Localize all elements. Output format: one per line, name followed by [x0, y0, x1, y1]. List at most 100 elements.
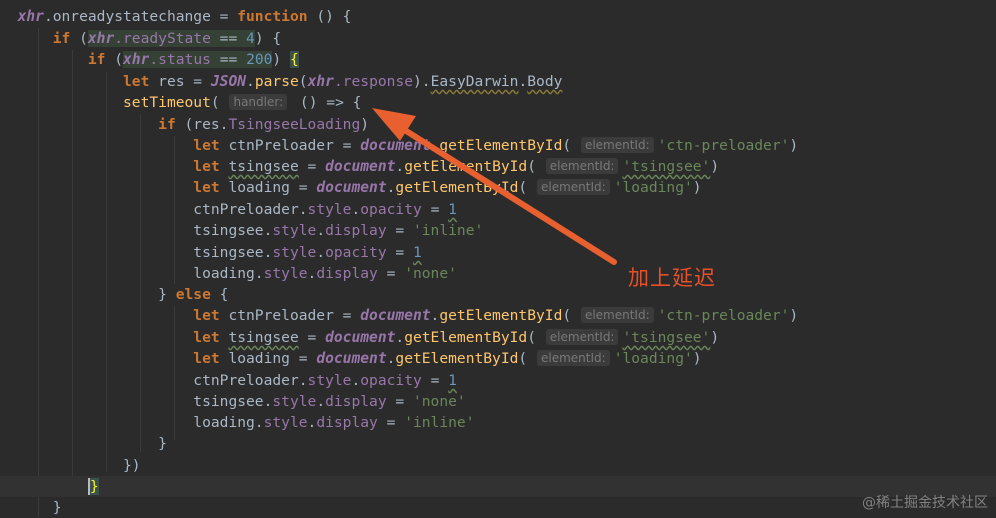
code-line[interactable]: let ctnPreloader = document.getElementBy… — [0, 135, 996, 156]
code-token: ( — [105, 51, 124, 68]
code-line[interactable]: setTimeout( handler: () => { — [0, 92, 996, 113]
code-token: ( — [562, 307, 580, 324]
code-token: ) — [789, 137, 799, 154]
code-token: opacity — [360, 201, 422, 218]
code-token: setTimeout — [123, 94, 211, 111]
code-token: = — [386, 244, 413, 261]
code-token: style — [263, 414, 308, 431]
code-line[interactable]: } else { — [0, 284, 996, 305]
code-token: display — [316, 265, 378, 282]
text-caret: } — [87, 478, 99, 495]
code-token: getElementById — [404, 329, 528, 346]
code-line[interactable]: }) — [0, 455, 996, 476]
code-token: ) — [789, 307, 799, 324]
code-token: opacity — [360, 372, 422, 389]
code-token: ctnPreloader = — [219, 307, 361, 324]
code-token: ) — [710, 158, 720, 175]
code-token: . — [518, 73, 528, 90]
code-token: TsingseeLoading — [228, 116, 361, 133]
code-token: 'loading' — [613, 179, 693, 196]
code-token: function — [237, 8, 308, 25]
code-token: let — [193, 350, 220, 367]
code-token: 'none' — [404, 265, 457, 282]
code-token: xhr — [17, 8, 44, 25]
code-line[interactable]: tsingsee.style.display = 'none' — [0, 391, 996, 412]
code-token: xhr — [123, 51, 150, 68]
code-token: == — [210, 30, 247, 47]
code-line[interactable]: } — [0, 433, 996, 454]
code-token: ( — [298, 73, 308, 90]
code-line[interactable]: if (res.TsingseeLoading) — [0, 114, 996, 135]
code-token: display — [325, 222, 387, 239]
code-line[interactable]: tsingsee.style.opacity = 1 — [0, 242, 996, 263]
code-line[interactable]: if (xhr.readyState == 4) { — [0, 28, 996, 49]
code-token: if — [158, 116, 176, 133]
code-token: . — [307, 414, 317, 431]
watermark: @稀土掘金技术社区 — [862, 495, 988, 511]
code-token: xhr — [307, 73, 334, 90]
parameter-hint: elementId: — [580, 137, 654, 153]
code-token: tsingsee. — [193, 393, 273, 410]
code-token: style — [307, 201, 352, 218]
code-token: xhr — [87, 30, 115, 47]
code-token: getElementById — [395, 179, 519, 196]
code-line[interactable]: ctnPreloader.style.opacity = 1 — [0, 199, 996, 220]
code-line[interactable]: loading.style.display = 'inline' — [0, 412, 996, 433]
code-token: = — [386, 393, 413, 410]
code-token: .readyState — [114, 30, 211, 47]
parameter-hint: elementId: — [537, 350, 610, 366]
code-token: 'tsingsee' — [622, 158, 711, 175]
code-line[interactable]: let tsingsee = document.getElementById( … — [0, 327, 996, 348]
code-token: 200 — [246, 51, 273, 68]
code-token: = — [377, 414, 405, 431]
code-token: loading. — [193, 414, 264, 431]
code-token: = — [377, 265, 405, 282]
code-token: = — [421, 201, 449, 218]
code-line[interactable]: xhr.onreadystatechange = function () { — [0, 6, 996, 27]
code-line[interactable]: loading.style.display = 'none' — [0, 263, 996, 284]
code-token: } — [158, 286, 176, 303]
code-token: document — [360, 307, 431, 324]
code-token: style — [272, 244, 317, 261]
code-token: ) — [692, 179, 702, 196]
code-token: .response — [333, 73, 414, 90]
code-token: ) { — [254, 30, 282, 47]
code-token: 'ctn-preloader' — [657, 307, 790, 324]
code-token: { — [210, 286, 229, 303]
code-token: 1 — [448, 201, 457, 218]
code-token: ( — [527, 158, 545, 175]
code-token: Body — [527, 73, 563, 90]
code-token: ) — [692, 350, 702, 367]
code-line[interactable]: ctnPreloader.style.opacity = 1 — [0, 370, 996, 391]
code-token: let — [123, 73, 150, 90]
code-token: . — [316, 244, 326, 261]
code-line[interactable]: let tsingsee = document.getElementById( … — [0, 156, 996, 177]
code-line[interactable]: } — [0, 497, 996, 518]
code-token: opacity — [325, 244, 387, 261]
code-token: display — [316, 414, 378, 431]
code-line[interactable]: let loading = document.getElementById( e… — [0, 348, 996, 369]
code-token: style — [272, 222, 317, 239]
code-line[interactable]: if (xhr.status == 200) { — [0, 49, 996, 70]
code-token: style — [307, 372, 352, 389]
code-token: .status — [149, 51, 211, 68]
code-token: () { — [307, 8, 352, 25]
code-token: = — [386, 222, 413, 239]
code-token: 'loading' — [613, 350, 693, 367]
code-token: . — [316, 222, 326, 239]
code-line[interactable]: let res = JSON.parse(xhr.response).EasyD… — [0, 71, 996, 92]
code-token: res = — [149, 73, 211, 90]
code-token: let — [193, 179, 220, 196]
code-token: ) — [710, 329, 720, 346]
code-token: style — [263, 265, 308, 282]
code-line[interactable]: tsingsee.style.display = 'inline' — [0, 220, 996, 241]
code-token: parse — [254, 73, 299, 90]
code-token: ) — [272, 51, 290, 68]
code-token: JSON — [210, 73, 247, 90]
code-line-current[interactable]: } — [0, 476, 996, 497]
code-line[interactable]: let loading = document.getElementById( e… — [0, 177, 996, 198]
code-editor[interactable]: xhr.onreadystatechange = function () { i… — [0, 0, 996, 517]
code-token: 4 — [246, 30, 255, 47]
code-token: . — [351, 201, 361, 218]
code-line[interactable]: let ctnPreloader = document.getElementBy… — [0, 305, 996, 326]
